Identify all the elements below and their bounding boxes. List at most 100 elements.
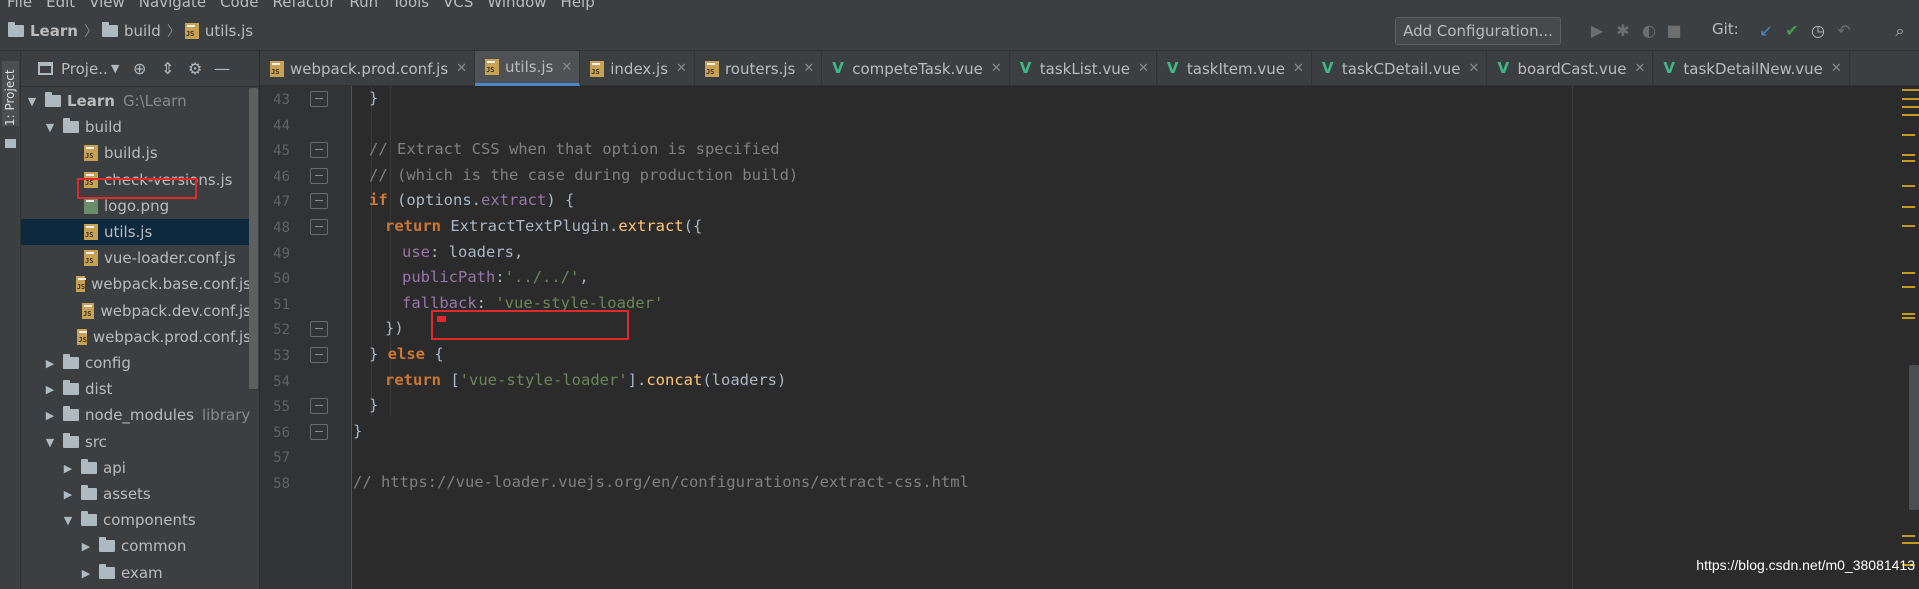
tree-item[interactable]: ▼ Learn G:\Learn — [21, 88, 251, 114]
close-icon[interactable]: ✕ — [803, 61, 814, 76]
tree-item[interactable]: ▶ common — [21, 533, 251, 559]
close-icon[interactable]: ✕ — [676, 61, 687, 76]
editor-tab[interactable]: JS routers.js ✕ — [695, 51, 823, 86]
vcs-history-icon[interactable]: ◷ — [1808, 21, 1828, 41]
warning-mark[interactable] — [1902, 114, 1919, 116]
run-icon[interactable]: ▶ — [1587, 21, 1607, 41]
breadcrumb-file[interactable]: JS utils.js — [184, 22, 253, 40]
menu-tools[interactable]: Tools — [392, 0, 429, 11]
close-icon[interactable]: ✕ — [1469, 61, 1480, 76]
debug-icon[interactable]: ✱ — [1613, 21, 1633, 41]
close-icon[interactable]: ✕ — [561, 60, 572, 75]
fold-marker-icon[interactable] — [310, 193, 328, 209]
warning-mark[interactable] — [1902, 313, 1915, 315]
hide-panel-icon[interactable]: — — [214, 59, 230, 78]
close-icon[interactable]: ✕ — [991, 61, 1002, 76]
chevron-down-icon[interactable]: ▼ — [43, 121, 57, 134]
warning-mark[interactable] — [1902, 272, 1915, 274]
search-everywhere-icon[interactable]: ⌕ — [1890, 21, 1910, 41]
warning-mark[interactable] — [1902, 535, 1915, 537]
code-line[interactable]: } — [369, 83, 378, 114]
editor-tab[interactable]: VtaskDetailNew.vue ✕ — [1653, 51, 1850, 86]
code-line[interactable]: } — [353, 416, 362, 447]
editor-tab[interactable]: JS index.js ✕ — [580, 51, 695, 86]
close-icon[interactable]: ✕ — [1635, 61, 1646, 76]
chevron-right-icon[interactable]: ▶ — [61, 462, 75, 475]
tree-item[interactable]: JS webpack.dev.conf.js — [21, 298, 251, 324]
menu-run[interactable]: Run — [349, 0, 378, 11]
editor-vertical-scrollbar[interactable] — [1909, 365, 1919, 510]
tree-item[interactable]: JS utils.js — [21, 219, 251, 245]
chevron-right-icon[interactable]: ▶ — [79, 540, 93, 553]
close-icon[interactable]: ✕ — [456, 61, 467, 76]
warning-mark[interactable] — [1902, 185, 1915, 187]
fold-marker-icon[interactable] — [310, 424, 328, 440]
editor-tab[interactable]: JS webpack.prod.conf.js ✕ — [260, 51, 476, 86]
menu-edit[interactable]: Edit — [46, 0, 75, 11]
menu-refactor[interactable]: Refactor — [272, 0, 335, 11]
fold-marker-icon[interactable] — [310, 168, 328, 184]
code-line[interactable]: return ['vue-style-loader'].concat(loade… — [385, 365, 786, 396]
close-icon[interactable]: ✕ — [1138, 61, 1149, 76]
project-tool-button[interactable]: 1: Project — [2, 61, 19, 126]
code-line[interactable]: // https://vue-loader.vuejs.org/en/confi… — [353, 467, 969, 498]
tree-item[interactable]: ▼ build — [21, 114, 251, 140]
fold-marker-icon[interactable] — [310, 321, 328, 337]
editor-tab[interactable]: VtaskCDetail.vue ✕ — [1312, 51, 1488, 86]
tree-item[interactable]: ▼ src — [21, 429, 251, 455]
warning-mark[interactable] — [1902, 106, 1919, 108]
warning-mark[interactable] — [1902, 89, 1919, 91]
warning-mark[interactable] — [1902, 286, 1915, 288]
menu-navigate[interactable]: Navigate — [139, 0, 206, 11]
tree-item[interactable]: ▶ node_modules library — [21, 402, 251, 428]
warning-mark[interactable] — [1902, 206, 1915, 208]
fold-marker-icon[interactable] — [310, 91, 328, 107]
chevron-right-icon[interactable]: ▶ — [61, 488, 75, 501]
fold-marker-icon[interactable] — [310, 347, 328, 363]
stop-icon[interactable]: ■ — [1664, 21, 1684, 41]
vcs-revert-icon[interactable]: ↶ — [1834, 21, 1854, 41]
chevron-down-icon[interactable]: ▼ — [43, 436, 57, 449]
tree-item[interactable]: JS webpack.base.conf.js — [21, 271, 251, 297]
vcs-commit-icon[interactable]: ✔ — [1782, 21, 1802, 41]
editor-tab[interactable]: VboardCast.vue ✕ — [1487, 51, 1654, 86]
chevron-down-icon[interactable]: ▼ — [111, 62, 119, 75]
fold-marker-icon[interactable] — [310, 219, 328, 235]
menu-file[interactable]: File — [7, 0, 32, 11]
breadcrumb-project[interactable]: Learn 〉 — [8, 21, 102, 41]
add-configuration-button[interactable]: Add Configuration... — [1395, 17, 1561, 45]
collapse-all-icon[interactable]: ⇕ — [161, 59, 174, 78]
chevron-right-icon[interactable]: ▶ — [43, 409, 57, 422]
fold-marker-icon[interactable] — [310, 142, 328, 158]
code-line[interactable]: } — [369, 390, 378, 421]
close-icon[interactable]: ✕ — [1831, 61, 1842, 76]
close-icon[interactable]: ✕ — [1293, 61, 1304, 76]
warning-mark[interactable] — [1902, 225, 1915, 227]
tree-item[interactable]: JS webpack.prod.conf.js — [21, 324, 251, 350]
coverage-icon[interactable]: ◐ — [1639, 21, 1659, 41]
chevron-right-icon[interactable]: ▶ — [43, 357, 57, 370]
tree-item[interactable]: JS build.js — [21, 140, 251, 166]
locate-file-icon[interactable]: ⊕ — [133, 59, 146, 78]
menu-vcs[interactable]: VCS — [443, 0, 473, 11]
chevron-down-icon[interactable]: ▼ — [61, 514, 75, 527]
project-panel-title[interactable]: Proje.. — [61, 60, 108, 78]
editor-tab[interactable]: VtaskList.vue ✕ — [1010, 51, 1157, 86]
structure-icon[interactable] — [5, 139, 16, 148]
editor-tab[interactable]: VcompeteTask.vue ✕ — [822, 51, 1010, 86]
menu-window[interactable]: Window — [487, 0, 546, 11]
warning-mark[interactable] — [1902, 154, 1915, 156]
breadcrumb-folder[interactable]: build 〉 — [101, 21, 185, 41]
tree-item[interactable]: ▶ dist — [21, 376, 251, 402]
menu-help[interactable]: Help — [561, 0, 595, 11]
chevron-right-icon[interactable]: ▶ — [79, 567, 93, 580]
menu-view[interactable]: View — [89, 0, 125, 11]
project-tree-scrollbar[interactable] — [249, 88, 258, 389]
menu-code[interactable]: Code — [220, 0, 258, 11]
chevron-down-icon[interactable]: ▼ — [25, 95, 39, 108]
editor-tab[interactable]: JS utils.js ✕ — [475, 51, 581, 86]
gear-icon[interactable]: ⚙ — [188, 59, 202, 78]
tree-item[interactable]: ▼ components — [21, 507, 251, 533]
tree-item[interactable]: ▶ assets — [21, 481, 251, 507]
editor-tab[interactable]: VtaskItem.vue ✕ — [1157, 51, 1312, 86]
